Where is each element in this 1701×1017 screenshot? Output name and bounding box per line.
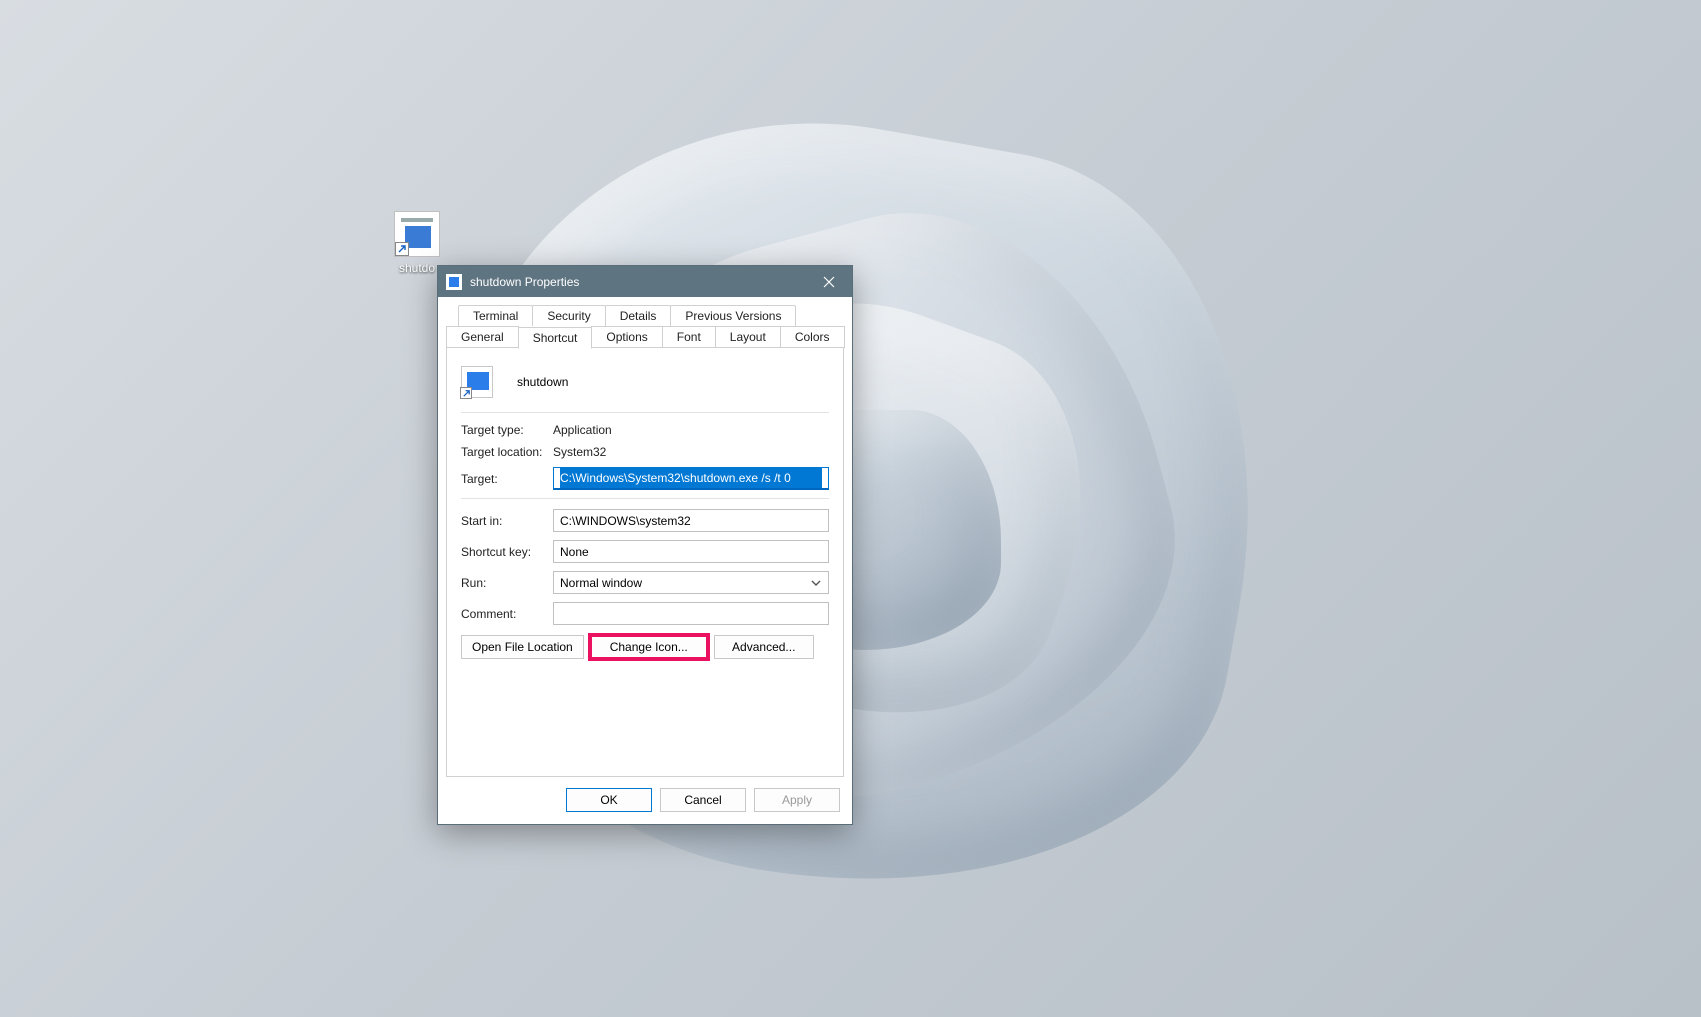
comment-input[interactable]: [553, 602, 829, 625]
dialog-footer: OK Cancel Apply: [438, 778, 852, 824]
separator: [461, 412, 829, 413]
tab-details[interactable]: Details: [605, 305, 672, 326]
shortcut-key-label: Shortcut key:: [461, 545, 553, 559]
comment-label: Comment:: [461, 607, 553, 621]
properties-dialog: shutdown Properties Terminal Security De…: [437, 265, 853, 825]
run-select[interactable]: Normal window: [553, 571, 829, 594]
advanced-button[interactable]: Advanced...: [714, 635, 814, 659]
tab-colors[interactable]: Colors: [780, 326, 845, 348]
apply-button[interactable]: Apply: [754, 788, 840, 812]
shortcut-name: shutdown: [517, 375, 568, 389]
tab-security[interactable]: Security: [532, 305, 605, 326]
shortcut-large-icon: [461, 366, 493, 398]
target-input[interactable]: C:\Windows\System32\shutdown.exe /s /t 0: [553, 467, 829, 490]
change-icon-button[interactable]: Change Icon...: [590, 635, 708, 659]
target-location-label: Target location:: [461, 445, 553, 459]
shortcut-arrow-icon: [395, 242, 409, 256]
run-label: Run:: [461, 576, 553, 590]
target-type-value: Application: [553, 423, 612, 437]
tab-font[interactable]: Font: [662, 326, 716, 348]
shortcut-arrow-icon: [460, 387, 472, 399]
tab-shortcut[interactable]: Shortcut: [518, 327, 593, 349]
tab-previous-versions[interactable]: Previous Versions: [670, 305, 796, 326]
target-input-text: C:\Windows\System32\shutdown.exe /s /t 0: [560, 468, 822, 488]
titlebar[interactable]: shutdown Properties: [438, 266, 852, 297]
chevron-down-icon: [810, 577, 822, 592]
close-button[interactable]: [806, 266, 852, 297]
target-label: Target:: [461, 472, 553, 486]
shortcut-icon: [394, 211, 440, 257]
tab-terminal[interactable]: Terminal: [458, 305, 533, 326]
start-in-input[interactable]: [553, 509, 829, 532]
close-icon: [823, 276, 835, 288]
tab-panel-shortcut: shutdown Target type: Application Target…: [446, 347, 844, 777]
target-type-label: Target type:: [461, 423, 553, 437]
tab-general[interactable]: General: [446, 326, 519, 348]
titlebar-app-icon: [446, 274, 462, 290]
separator: [461, 498, 829, 499]
start-in-label: Start in:: [461, 514, 553, 528]
open-file-location-button[interactable]: Open File Location: [461, 635, 584, 659]
cancel-button[interactable]: Cancel: [660, 788, 746, 812]
run-select-value: Normal window: [560, 576, 642, 590]
dialog-title: shutdown Properties: [470, 275, 806, 289]
tabstrip: Terminal Security Details Previous Versi…: [446, 305, 844, 778]
tab-options[interactable]: Options: [591, 326, 662, 348]
tab-layout[interactable]: Layout: [715, 326, 781, 348]
ok-button[interactable]: OK: [566, 788, 652, 812]
target-location-value: System32: [553, 445, 606, 459]
shortcut-key-input[interactable]: [553, 540, 829, 563]
